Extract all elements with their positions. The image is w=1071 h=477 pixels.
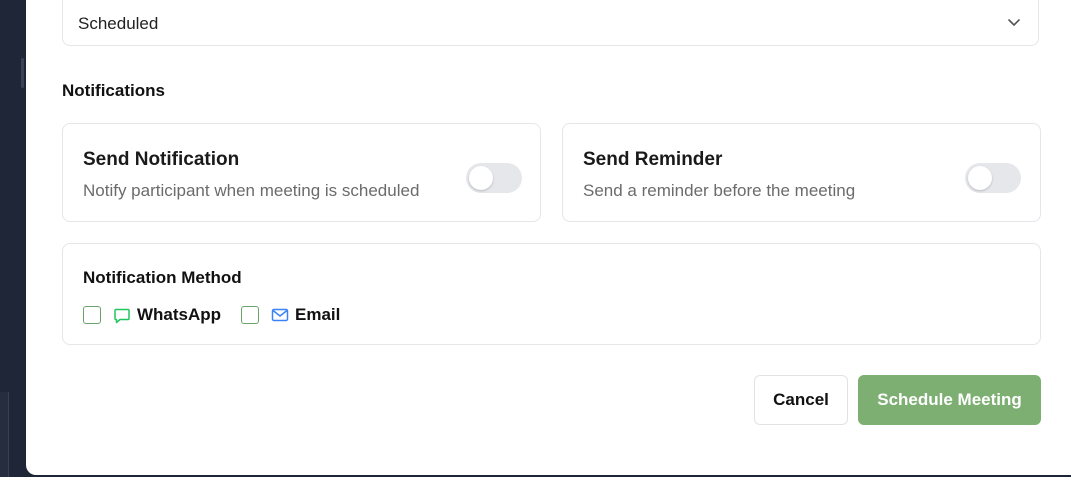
- notification-method-card: Notification Method WhatsApp Email: [62, 243, 1041, 345]
- email-option[interactable]: Email: [241, 304, 340, 326]
- chevron-down-icon: [1008, 19, 1020, 26]
- send-notification-description: Notify participant when meeting is sched…: [83, 181, 420, 200]
- backdrop-panel: [0, 392, 9, 477]
- email-checkbox[interactable]: [241, 306, 259, 324]
- send-notification-title: Send Notification: [83, 149, 240, 170]
- email-label: Email: [295, 305, 341, 324]
- notification-method-title: Notification Method: [83, 268, 242, 287]
- whatsapp-option[interactable]: WhatsApp: [83, 304, 221, 326]
- whatsapp-label: WhatsApp: [137, 305, 222, 324]
- status-select[interactable]: Scheduled: [62, 0, 1039, 46]
- mail-icon: [271, 308, 289, 322]
- schedule-meeting-button[interactable]: Schedule Meeting: [858, 375, 1041, 425]
- status-select-value: Scheduled: [78, 14, 159, 33]
- send-reminder-description: Send a reminder before the meeting: [583, 181, 856, 200]
- toggle-knob: [968, 166, 992, 190]
- message-icon: [114, 308, 130, 324]
- backdrop-scrollbar: [21, 58, 24, 88]
- whatsapp-checkbox[interactable]: [83, 306, 101, 324]
- notifications-heading: Notifications: [62, 81, 165, 100]
- send-notification-card: Send Notification Notify participant whe…: [62, 123, 541, 222]
- send-reminder-toggle[interactable]: [965, 163, 1021, 193]
- toggle-knob: [469, 166, 493, 190]
- send-notification-toggle[interactable]: [466, 163, 522, 193]
- send-reminder-title: Send Reminder: [583, 149, 723, 170]
- send-reminder-card: Send Reminder Send a reminder before the…: [562, 123, 1041, 222]
- cancel-button[interactable]: Cancel: [754, 375, 848, 425]
